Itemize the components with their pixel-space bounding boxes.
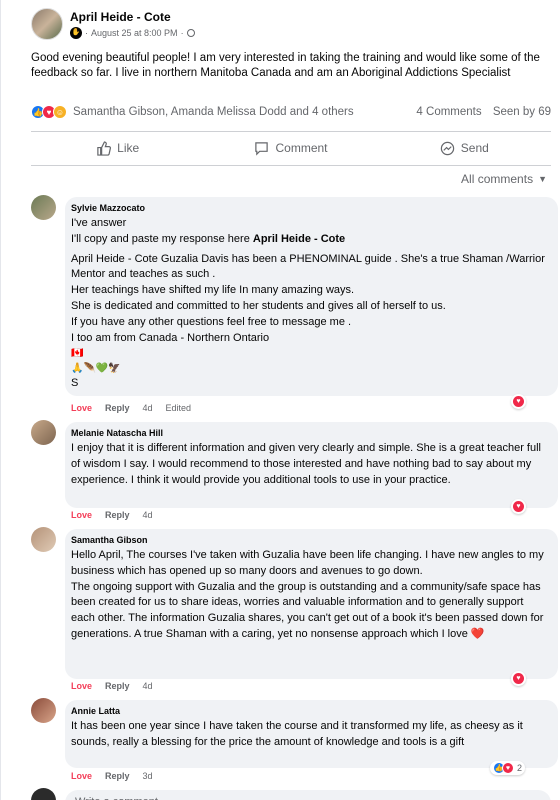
- comment-bubble: Annie Latta It has been one year since I…: [65, 700, 558, 768]
- comment-time[interactable]: 3d: [143, 771, 153, 781]
- comment-bubble: Samantha Gibson Hello April, The courses…: [65, 529, 558, 679]
- comment-reaction-badge[interactable]: ♥: [511, 671, 526, 686]
- love-action[interactable]: Love: [71, 403, 92, 413]
- post-card: April Heide - Cote ✋ · August 25 at 8:00…: [0, 0, 560, 800]
- comment-body: April Heide - Cote Guzalia Davis has bee…: [71, 252, 545, 344]
- comment-label: Comment: [275, 141, 328, 155]
- love-action[interactable]: Love: [71, 771, 92, 781]
- divider: [31, 131, 551, 132]
- emoji-line: 🙏🪶💚🦅: [71, 363, 121, 375]
- edited-label: Edited: [165, 403, 192, 413]
- mention-tag[interactable]: April Heide - Cote: [253, 233, 345, 245]
- divider: [31, 165, 551, 166]
- love-action[interactable]: Love: [71, 681, 92, 691]
- like-button[interactable]: Like: [31, 134, 204, 162]
- comment-actions: Love Reply 4d: [71, 510, 166, 520]
- comment-bubble: Sylvie Mazzocato I've answer I'll copy a…: [65, 197, 558, 396]
- comment-time[interactable]: 4d: [143, 403, 153, 413]
- comment-actions: Love Reply 4d Edited: [71, 403, 204, 413]
- heart-emoji: ❤️: [470, 627, 485, 640]
- comment-button[interactable]: Comment: [204, 134, 377, 162]
- write-comment-row: Write a comment...: [31, 788, 551, 800]
- commenter-name[interactable]: Melanie Natascha Hill: [71, 428, 548, 438]
- separator: ·: [85, 27, 88, 38]
- comment-actions: Love Reply 3d: [71, 771, 166, 781]
- reaction-count: 2: [517, 763, 523, 773]
- comment-body: I enjoy that it is different information…: [71, 442, 541, 486]
- reply-action[interactable]: Reply: [105, 771, 130, 781]
- sort-label: All comments: [461, 172, 534, 186]
- post-action-bar: Like Comment Send: [31, 134, 551, 162]
- post-text: Good evening beautiful people! I am very…: [31, 52, 540, 79]
- separator: ·: [180, 27, 184, 38]
- messenger-icon: [440, 141, 454, 155]
- commenter-name[interactable]: Sylvie Mazzocato: [71, 203, 548, 213]
- comments-count[interactable]: 4 Comments: [416, 106, 481, 118]
- commenter-avatar[interactable]: [31, 527, 56, 552]
- comment-line: I'll copy and paste my response here Apr…: [71, 232, 548, 248]
- heart-icon: ♥: [513, 501, 524, 512]
- comment-input[interactable]: Write a comment...: [65, 790, 551, 800]
- comment-time[interactable]: 4d: [143, 510, 153, 520]
- comment-reaction-badge[interactable]: ♥: [511, 394, 526, 409]
- caret-down-icon: ▼: [538, 174, 547, 184]
- comment-bubble-icon: [255, 141, 269, 156]
- group-icon: ✋: [70, 26, 82, 39]
- comment-line-text: I'll copy and paste my response here: [71, 232, 253, 245]
- reply-action[interactable]: Reply: [105, 681, 130, 691]
- reaction-names[interactable]: Samantha Gibson, Amanda Melissa Dodd and…: [73, 106, 354, 118]
- reactions-summary: 👍 ♥ ☺ Samantha Gibson, Amanda Melissa Do…: [31, 105, 551, 119]
- reply-action[interactable]: Reply: [105, 403, 130, 413]
- comment-reaction-badge[interactable]: ♥: [511, 499, 526, 514]
- commenter-name[interactable]: Samantha Gibson: [71, 535, 548, 545]
- comment-bubble: Melanie Natascha Hill I enjoy that it is…: [65, 422, 558, 508]
- post-counts: 4 Comments Seen by 69: [408, 106, 551, 118]
- heart-icon: ♥: [513, 673, 524, 684]
- comment-sort-dropdown[interactable]: All comments ▼: [461, 172, 547, 186]
- post-header: April Heide - Cote ✋ · August 25 at 8:00…: [31, 8, 195, 40]
- like-label: Like: [117, 141, 140, 155]
- comment-actions: Love Reply 4d: [71, 681, 166, 691]
- post-date[interactable]: August 25 at 8:00 PM: [91, 28, 178, 38]
- commenter-avatar[interactable]: [31, 420, 56, 445]
- send-label: Send: [460, 141, 489, 155]
- author-avatar[interactable]: [31, 8, 63, 40]
- author-block: April Heide - Cote ✋ · August 25 at 8:00…: [70, 10, 195, 39]
- commenter-avatar[interactable]: [31, 698, 56, 723]
- commenter-avatar[interactable]: [31, 195, 56, 220]
- love-reaction-icon: ♥: [502, 762, 514, 774]
- comment-reaction-badge[interactable]: 👍 ♥ 2: [490, 761, 526, 775]
- comment-body: It has been one year since I have taken …: [71, 720, 523, 748]
- reply-action[interactable]: Reply: [105, 510, 130, 520]
- post-meta: ✋ · August 25 at 8:00 PM ·: [70, 26, 195, 39]
- author-name[interactable]: April Heide - Cote: [70, 10, 195, 24]
- love-action[interactable]: Love: [71, 510, 92, 520]
- audience-icon[interactable]: [186, 28, 195, 37]
- send-button[interactable]: Send: [378, 134, 551, 162]
- comment-body: Hello April, The courses I've taken with…: [71, 548, 548, 643]
- heart-icon: ♥: [513, 396, 524, 407]
- care-reaction-icon[interactable]: ☺: [53, 105, 67, 119]
- thumbs-up-icon: [97, 140, 112, 156]
- comment-body-text: Hello April, The courses I've taken with…: [71, 549, 544, 640]
- signoff: S: [71, 377, 79, 390]
- comment-line: I've answer: [71, 217, 127, 229]
- current-user-avatar[interactable]: [31, 788, 56, 800]
- flag-emoji: 🇨🇦: [71, 348, 84, 360]
- comment-time[interactable]: 4d: [143, 681, 153, 691]
- seen-by-count[interactable]: Seen by 69: [493, 106, 551, 118]
- commenter-name[interactable]: Annie Latta: [71, 706, 548, 716]
